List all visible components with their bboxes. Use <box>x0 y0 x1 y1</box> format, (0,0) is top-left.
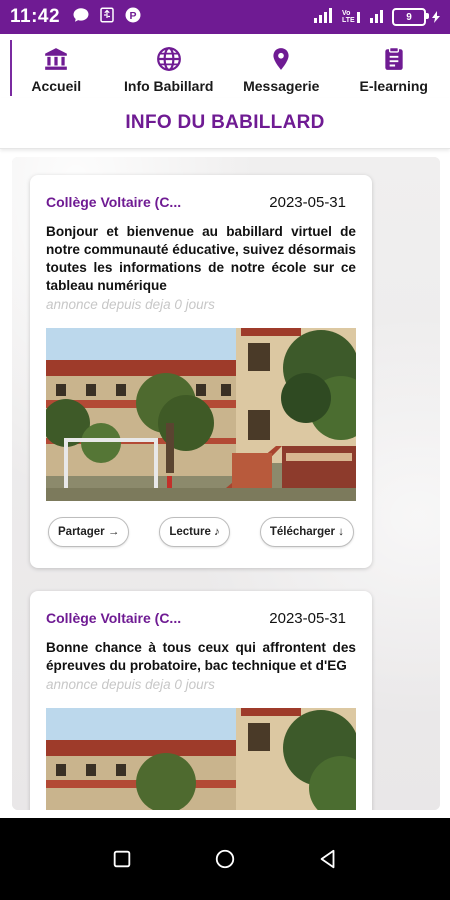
post-text: Bonne chance à tous ceux qui affrontent … <box>46 640 356 673</box>
clipboard-icon <box>385 46 403 70</box>
share-button[interactable]: Partager → <box>48 517 130 547</box>
system-status-icons: Vo LTE 9 <box>314 7 440 27</box>
svg-text:LTE: LTE <box>342 17 355 23</box>
location-pin-icon <box>273 48 289 70</box>
charging-icon <box>432 8 440 27</box>
school-building-image <box>46 708 356 810</box>
nav-item-e-learning[interactable]: E-learning <box>338 34 450 98</box>
post-header: Collège Voltaire (C... 2023-05-31 <box>46 607 356 629</box>
page-title: INFO DU BABILLARD <box>0 98 450 149</box>
home-circle-icon[interactable] <box>214 848 236 870</box>
post-actions: Partager → Lecture ♪ Télécharger ↓ <box>46 517 356 547</box>
bank-icon <box>45 48 68 70</box>
battery-indicator: 9 <box>392 8 429 26</box>
post-org: Collège Voltaire (C... <box>46 194 182 210</box>
school-building-image <box>46 328 356 501</box>
post-date: 2023-05-31 <box>269 193 346 211</box>
post-meta: annonce depuis deja 0 jours <box>46 297 215 312</box>
system-navigation-bar <box>0 818 450 900</box>
top-navigation: Accueil Info Babillard Messagerie E-lear… <box>0 34 450 98</box>
nav-item-messagerie[interactable]: Messagerie <box>225 34 338 98</box>
status-bar: 11:42 P Vo LTE 9 <box>0 0 450 34</box>
back-triangle-icon[interactable] <box>317 848 339 870</box>
globe-icon <box>156 47 181 71</box>
nav-item-info-babillard[interactable]: Info Babillard <box>113 34 226 98</box>
read-button[interactable]: Lecture ♪ <box>159 517 230 547</box>
notification-icons: P <box>72 6 142 28</box>
message-icon <box>72 6 90 28</box>
nav-label-accueil: Accueil <box>31 78 82 94</box>
post-card: Collège Voltaire (C... 2023-05-31 Bonne … <box>30 591 372 810</box>
svg-text:Vo: Vo <box>342 10 350 17</box>
usb-icon <box>98 6 116 28</box>
post-date: 2023-05-31 <box>269 609 346 627</box>
recents-square-icon[interactable] <box>111 848 133 870</box>
post-org: Collège Voltaire (C... <box>46 610 182 626</box>
svg-text:P: P <box>130 10 137 22</box>
post-photo[interactable] <box>46 328 356 501</box>
signal-icon <box>314 7 336 27</box>
wifi-calling-icon: Vo LTE <box>342 7 364 27</box>
nav-label-e-learning: E-learning <box>359 78 428 94</box>
post-meta: annonce depuis deja 0 jours <box>46 677 215 692</box>
board-feed[interactable]: Collège Voltaire (C... 2023-05-31 Bonjou… <box>12 157 440 810</box>
post-header: Collège Voltaire (C... 2023-05-31 <box>46 191 356 213</box>
signal-icon <box>370 7 386 27</box>
download-button[interactable]: Télécharger ↓ <box>259 517 354 547</box>
p-app-icon: P <box>124 6 142 28</box>
nav-label-info-babillard: Info Babillard <box>124 78 214 94</box>
status-time: 11:42 <box>10 6 61 27</box>
nav-label-messagerie: Messagerie <box>243 78 320 94</box>
nav-divider <box>10 40 12 96</box>
nav-item-accueil[interactable]: Accueil <box>0 34 113 98</box>
post-text: Bonjour et bienvenue au babillard virtue… <box>46 224 356 293</box>
post-photo[interactable] <box>46 708 356 810</box>
post-card: Collège Voltaire (C... 2023-05-31 Bonjou… <box>30 175 372 568</box>
